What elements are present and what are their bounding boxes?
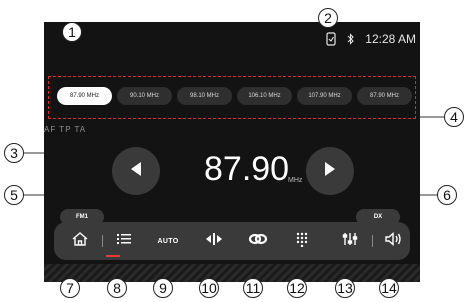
link-icon (248, 232, 268, 251)
connect-button[interactable] (243, 222, 273, 260)
bluetooth-icon (347, 33, 355, 45)
rds-flags: AF TP TA (44, 125, 87, 134)
divider (372, 235, 373, 247)
auto-label: AUTO (157, 237, 179, 245)
equalizer-icon (342, 231, 358, 252)
callout-3: 3 (4, 143, 24, 163)
preset-button[interactable]: 87.90 MHz (57, 87, 112, 105)
callout-1: 1 (62, 22, 82, 42)
preset-button[interactable]: 107.90 MHz (297, 87, 352, 105)
callout-8: 8 (107, 278, 127, 298)
hatched-edge (44, 264, 420, 282)
tune-button[interactable] (199, 222, 229, 260)
frequency-unit: MHz (288, 177, 303, 184)
callout-9: 9 (153, 278, 173, 298)
seek-up-button[interactable] (306, 147, 354, 195)
preset-button[interactable]: 106.10 MHz (237, 87, 292, 105)
triangle-left-icon (129, 161, 143, 182)
callout-12: 12 (287, 278, 307, 298)
speaker-icon (384, 231, 402, 252)
clock: 12:28 AM (365, 32, 416, 46)
home-icon (71, 231, 89, 252)
callout-13: 13 (335, 278, 355, 298)
preset-button[interactable]: 87.90 MHz (357, 87, 412, 105)
status-bar: 12:28 AM (325, 22, 416, 56)
tune-arrows-icon (205, 232, 223, 251)
keypad-icon (295, 231, 309, 252)
equalizer-button[interactable] (335, 222, 365, 260)
list-icon (116, 232, 132, 251)
volume-button[interactable] (378, 222, 408, 260)
preset-button[interactable]: 98.10 MHz (177, 87, 232, 105)
callout-2: 2 (318, 8, 338, 28)
auto-store-button[interactable]: AUTO (153, 222, 183, 260)
preset-list: 87.90 MHz 90.10 MHz 98.10 MHz 106.10 MHz… (48, 76, 416, 119)
preset-button[interactable]: 90.10 MHz (117, 87, 172, 105)
radio-screen: 12:28 AM 87.90 MHz 90.10 MHz 98.10 MHz 1… (44, 22, 420, 282)
callout-7: 7 (60, 278, 80, 298)
keypad-button[interactable] (287, 222, 317, 260)
bottom-dock: AUTO (54, 222, 410, 260)
callout-4: 4 (444, 107, 464, 127)
callout-6: 6 (437, 185, 457, 205)
callout-14: 14 (379, 278, 399, 298)
phone-icon (325, 32, 337, 46)
active-indicator (106, 255, 120, 257)
callout-10: 10 (199, 278, 219, 298)
divider (102, 235, 103, 247)
triangle-right-icon (323, 161, 337, 182)
home-button[interactable] (65, 222, 95, 260)
callout-5: 5 (4, 185, 24, 205)
callout-11: 11 (243, 278, 263, 298)
seek-down-button[interactable] (112, 147, 160, 195)
